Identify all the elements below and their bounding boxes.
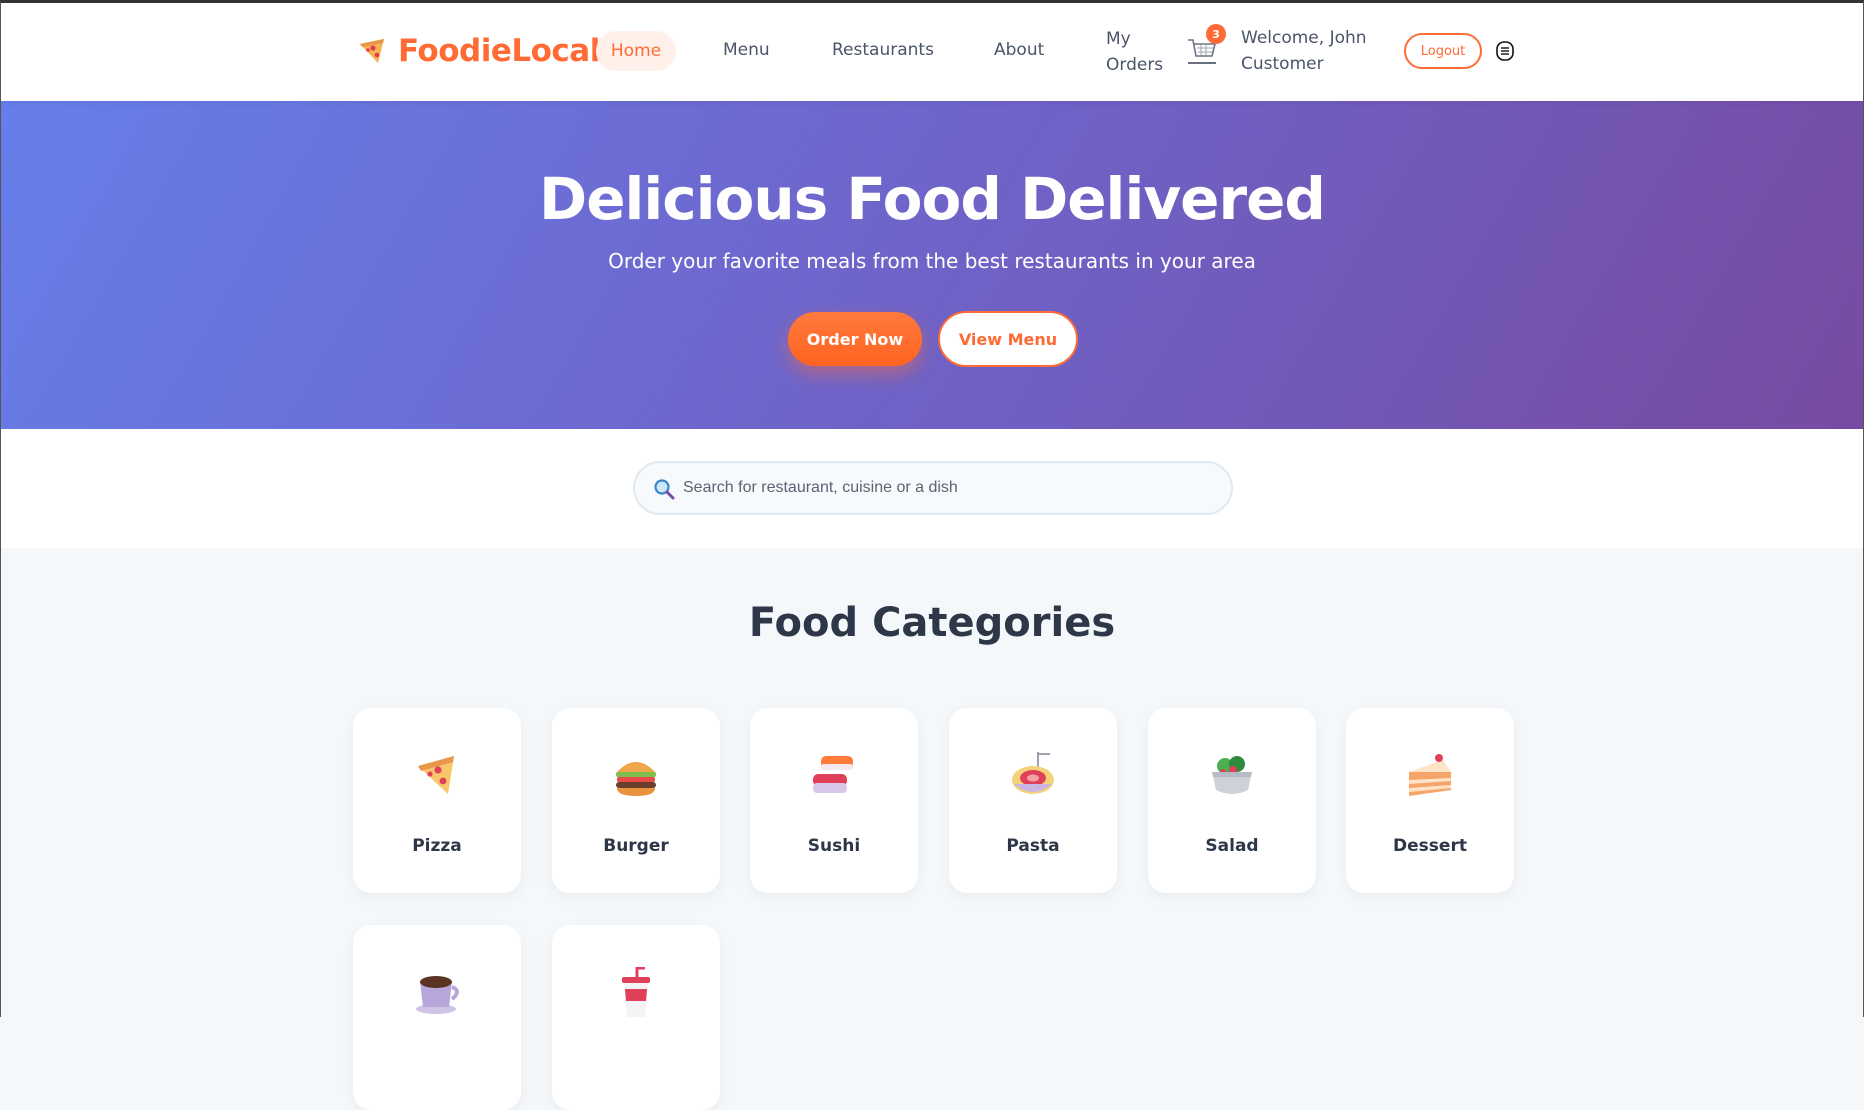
- category-label: Dessert: [1393, 836, 1467, 856]
- hero-subtitle: Order your favorite meals from the best …: [608, 249, 1256, 273]
- drink-icon: [622, 967, 650, 1017]
- category-label: Salad: [1205, 836, 1259, 856]
- category-card-dessert[interactable]: Dessert: [1346, 708, 1514, 893]
- cart-count-badge: 3: [1206, 24, 1226, 44]
- search-input[interactable]: [683, 471, 1213, 505]
- burger-icon: [616, 762, 656, 796]
- welcome-line1: Welcome, John: [1241, 28, 1367, 48]
- pasta-icon: [1012, 752, 1054, 794]
- search-section: [0, 429, 1864, 548]
- order-now-button[interactable]: Order Now: [788, 312, 922, 366]
- category-card-pasta[interactable]: Pasta: [949, 708, 1117, 893]
- category-card-burger[interactable]: Burger: [552, 708, 720, 893]
- logout-button[interactable]: Logout: [1404, 33, 1482, 69]
- view-menu-button[interactable]: View Menu: [938, 311, 1078, 367]
- category-label: Pizza: [412, 836, 462, 856]
- category-card-salad[interactable]: Salad: [1148, 708, 1316, 893]
- brand-name: FoodieLocal: [398, 33, 600, 69]
- brand-logo[interactable]: FoodieLocal: [356, 30, 600, 72]
- coffee-icon: [416, 976, 459, 1014]
- category-label: Pasta: [1006, 836, 1060, 856]
- search-bar[interactable]: [633, 461, 1233, 515]
- nav-my-orders-line1: My: [1106, 29, 1131, 49]
- nav-home[interactable]: Home: [596, 31, 676, 71]
- hero-title: Delicious Food Delivered: [539, 165, 1326, 233]
- category-card-coffee[interactable]: [353, 925, 521, 1110]
- category-card-pizza[interactable]: Pizza: [353, 708, 521, 893]
- category-card-sushi[interactable]: Sushi: [750, 708, 918, 893]
- hero-banner: Delicious Food Delivered Order your favo…: [0, 101, 1864, 429]
- nav-about[interactable]: About: [994, 40, 1044, 60]
- cake-icon: [1409, 754, 1451, 796]
- search-icon: [654, 479, 675, 500]
- category-label: Burger: [603, 836, 669, 856]
- welcome-line2: Customer: [1241, 54, 1324, 74]
- nav-menu[interactable]: Menu: [723, 40, 770, 60]
- category-label: Sushi: [807, 836, 861, 856]
- nav-restaurants[interactable]: Restaurants: [832, 40, 934, 60]
- nav-my-orders-line2: Orders: [1106, 55, 1164, 75]
- pizza-slice-icon: [360, 39, 384, 63]
- sushi-icon: [813, 756, 853, 793]
- menu-toggle-icon[interactable]: [1496, 41, 1514, 61]
- navbar: FoodieLocal Home Menu Restaurants About …: [0, 0, 1864, 101]
- pizza-icon: [418, 756, 454, 794]
- categories-title: Food Categories: [748, 600, 1116, 646]
- welcome-message: Welcome, John Customer: [1241, 25, 1371, 77]
- category-card-drink[interactable]: [552, 925, 720, 1110]
- nav-my-orders[interactable]: My Orders: [1106, 26, 1166, 78]
- salad-icon: [1212, 756, 1252, 794]
